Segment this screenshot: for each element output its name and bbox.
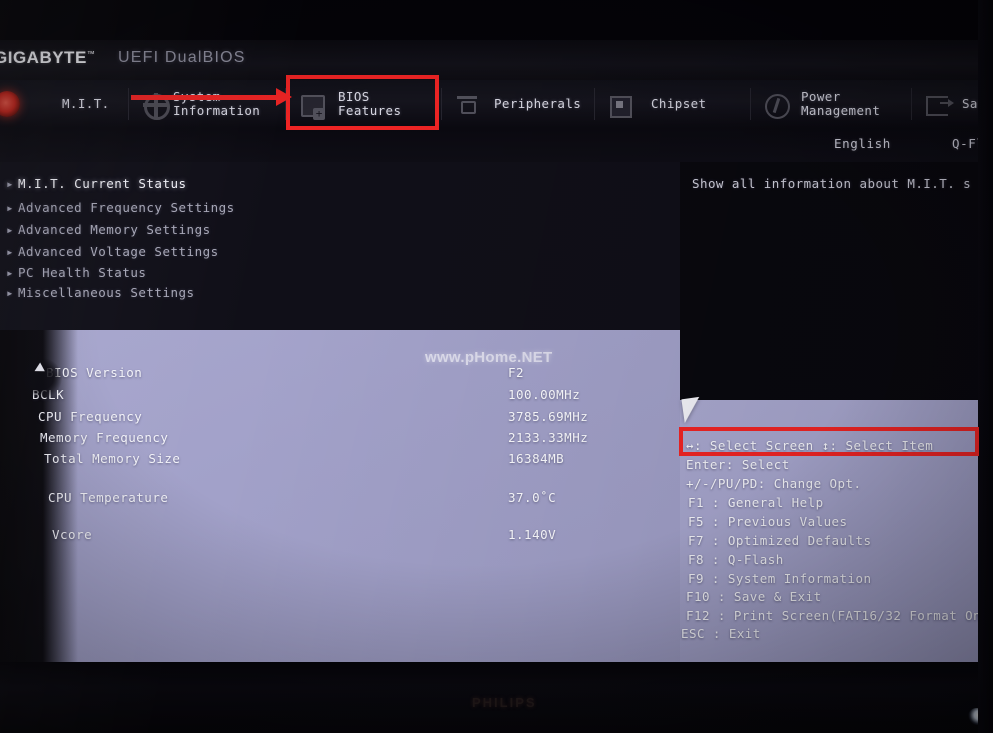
gigabyte-logo: GIGABYTE™ [0, 48, 95, 68]
monitor-bezel-top [0, 0, 993, 40]
info-value: 16384MB [508, 451, 565, 466]
cursor-smudge [22, 358, 62, 398]
menu-item-label: Advanced Memory Settings [18, 222, 211, 237]
info-key: Total Memory Size [44, 451, 181, 466]
key-legend-line-f5: F5 : Previous Values [688, 514, 848, 529]
menu-item-mit-current-status[interactable]: ▸ M.I.T. Current Status [6, 176, 187, 191]
menu-item-advanced-frequency-settings[interactable]: ▸ Advanced Frequency Settings [6, 200, 235, 215]
info-value: F2 [508, 365, 525, 380]
monitor-bezel-right [978, 0, 993, 733]
save-exit-icon [926, 93, 954, 116]
info-value: 37.0˚C [508, 490, 557, 505]
nav-tab-chipset[interactable]: Chipset [599, 80, 749, 128]
nav-tab-power-management[interactable]: Power Management [755, 80, 910, 128]
site-watermark: www.pHome.NET [425, 349, 553, 366]
chipset-icon [609, 93, 632, 118]
menu-item-label: Advanced Voltage Settings [18, 244, 219, 259]
nav-tab-mit-label: M.I.T. [62, 96, 110, 111]
info-value: 3785.69MHz [508, 409, 589, 424]
nav-tab-chipset-label: Chipset [651, 96, 707, 111]
chevron-right-icon: ▸ [6, 265, 15, 280]
menu-item-label: Miscellaneous Settings [18, 285, 195, 300]
peripherals-icon [456, 93, 478, 115]
nav-tab-peripherals-label: Peripherals [494, 96, 582, 111]
chevron-right-icon: ▸ [6, 222, 15, 237]
info-key: CPU Temperature [48, 490, 169, 505]
info-value: 2133.33MHz [508, 430, 589, 445]
menu-item-label: PC Health Status [18, 265, 147, 280]
chevron-right-icon: ▸ [6, 285, 15, 300]
chevron-right-icon: ▸ [6, 200, 15, 215]
mit-orb-icon [0, 91, 28, 117]
nav-divider-4 [594, 88, 595, 120]
nav-divider-6 [911, 88, 912, 120]
key-legend-line-f12: F12 : Print Screen(FAT16/32 Format Only) [686, 608, 993, 623]
key-legend-line-esc: ESC : Exit [681, 626, 761, 641]
menu-item-label: Advanced Frequency Settings [18, 200, 235, 215]
key-legend-line-f7: F7 : Optimized Defaults [688, 533, 872, 548]
gigabyte-logo-text: GIGABYTE [0, 48, 87, 67]
menu-item-miscellaneous-settings[interactable]: ▸ Miscellaneous Settings [6, 285, 195, 300]
language-selector[interactable]: English [834, 136, 891, 151]
uefi-dualbios-label: UEFI DualBIOS [118, 49, 246, 66]
key-legend-line-f8: F8 : Q-Flash [688, 552, 784, 567]
info-key: CPU Frequency [38, 409, 143, 424]
key-legend-line-change-opt: +/-/PU/PD: Change Opt. [686, 476, 862, 491]
key-legend-line-f9: F9 : System Information [688, 571, 872, 586]
menu-item-advanced-memory-settings[interactable]: ▸ Advanced Memory Settings [6, 222, 211, 237]
trademark-mark: ™ [86, 49, 96, 59]
chevron-right-icon: ▸ [6, 176, 15, 191]
context-help-text: Show all information about M.I.T. s [692, 176, 972, 191]
bios-screen-photo: GIGABYTE™ UEFI DualBIOS M.I.T. System In… [0, 0, 993, 733]
info-value: 1.140V [508, 527, 557, 542]
power-bolt-icon [765, 93, 790, 119]
info-value: 100.00MHz [508, 387, 581, 402]
menu-item-pc-health-status[interactable]: ▸ PC Health Status [6, 265, 146, 280]
key-legend-line-enter: Enter: Select [686, 457, 790, 472]
nav-divider-1 [128, 88, 129, 120]
info-key: Vcore [52, 527, 93, 542]
nav-divider-3 [441, 88, 442, 120]
annotation-arrow-to-bios-features [131, 88, 292, 106]
nav-tab-power-management-label: Power Management [801, 89, 881, 118]
chevron-right-icon: ▸ [6, 244, 15, 259]
menu-item-advanced-voltage-settings[interactable]: ▸ Advanced Voltage Settings [6, 244, 219, 259]
nav-tab-mit[interactable]: M.I.T. [0, 80, 126, 128]
nav-divider-5 [750, 88, 751, 120]
annotation-box-select-screen [679, 427, 979, 456]
monitor-brand-label: PHILIPS [472, 695, 537, 710]
info-key: Memory Frequency [40, 430, 169, 445]
annotation-box-bios-features [286, 75, 439, 130]
menu-item-label: M.I.T. Current Status [18, 176, 187, 191]
key-legend-line-f1: F1 : General Help [688, 495, 824, 510]
key-legend-line-f10: F10 : Save & Exit [686, 589, 822, 604]
mouse-cursor-icon [681, 396, 703, 424]
nav-tab-peripherals[interactable]: Peripherals [446, 80, 594, 128]
nav-tab-system-information[interactable]: System Information [133, 80, 283, 128]
